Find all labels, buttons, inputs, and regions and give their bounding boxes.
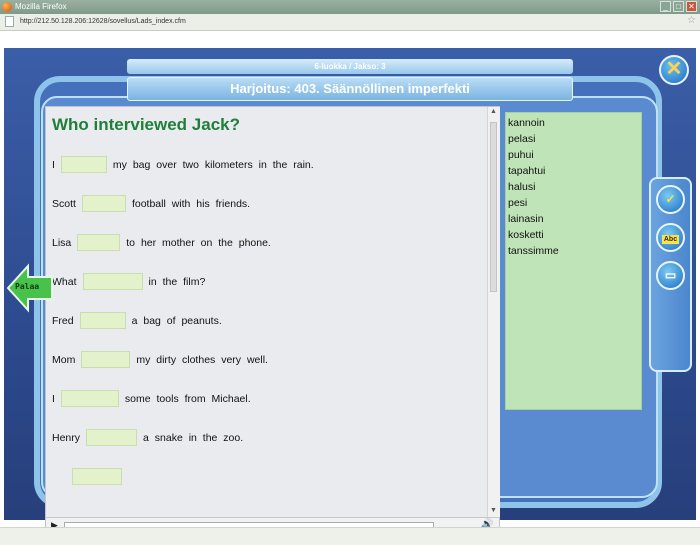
sentence-row: I my bag over two kilometers in the rain… — [52, 156, 314, 173]
back-button[interactable]: Palaa — [6, 263, 54, 313]
sentence-end: my bag over two kilometers in the rain. — [112, 158, 314, 171]
book-button[interactable]: ▭ — [656, 261, 685, 290]
check-pen-icon: ✓ — [665, 192, 676, 206]
exercise-title: Harjoitus: 403. Säännöllinen imperfekti — [127, 77, 573, 101]
sentence-row: Scott football with his friends. — [52, 195, 250, 212]
lesson-subtitle: 6-luokka / Jakso: 3 — [127, 59, 573, 74]
sentence-row: Lisa to her mother on the phone. — [52, 234, 271, 251]
word-option[interactable]: halusi — [508, 179, 639, 195]
answer-blank[interactable] — [81, 195, 126, 212]
sentence-row: Fred a bag of peanuts. — [52, 312, 222, 329]
sentence-row: Mom my dirty clothes very well. — [52, 351, 268, 368]
sentence-start: I — [52, 392, 55, 405]
tool-panel: ✓ Abc ▭ — [649, 177, 692, 372]
close-icon: ✕ — [665, 58, 683, 80]
word-option[interactable]: lainasin — [508, 211, 639, 227]
browser-titlebar: Mozilla Firefox _ □ ✕ — [0, 0, 700, 14]
open-book-icon: ▭ — [664, 268, 677, 282]
url-field[interactable]: http://212.50.128.206:12628/sovellus/Lad… — [18, 16, 690, 28]
answer-blank[interactable] — [81, 351, 131, 368]
abc-book-icon: Abc — [661, 235, 680, 244]
address-bar: http://212.50.128.206:12628/sovellus/Lad… — [0, 14, 700, 31]
bookmark-star-icon[interactable]: ☆ — [687, 15, 696, 26]
close-window-button[interactable]: ✕ — [686, 1, 697, 12]
scroll-down-icon[interactable]: ▼ — [490, 507, 497, 514]
close-app-button[interactable]: ✕ — [659, 55, 689, 85]
word-option[interactable]: tapahtui — [508, 163, 639, 179]
scroll-thumb[interactable] — [490, 122, 497, 292]
word-option[interactable]: puhui — [508, 147, 639, 163]
sentence-start: Mom — [52, 353, 76, 366]
sentence-end: in the film? — [148, 275, 206, 288]
back-label: Palaa — [15, 282, 40, 291]
answer-blank[interactable] — [82, 273, 143, 290]
maximize-button[interactable]: □ — [673, 1, 684, 12]
sentence-row: Henry a snake in the zoo. — [52, 429, 243, 446]
word-option[interactable]: pelasi — [508, 131, 639, 147]
sentence-end: some tools from Michael. — [124, 392, 251, 405]
sentence-row: I some tools from Michael. — [52, 390, 251, 407]
sentence-start: Fred — [52, 314, 74, 327]
window-title: Mozilla Firefox — [15, 2, 67, 11]
sentence-row: What in the film? — [52, 273, 205, 290]
answer-blank[interactable] — [60, 156, 107, 173]
vertical-scrollbar[interactable]: ▲ ▼ — [487, 107, 500, 517]
word-option[interactable]: kannoin — [508, 115, 639, 131]
firefox-icon — [2, 2, 12, 12]
page-margin — [0, 31, 700, 48]
sentence-start: Lisa — [52, 236, 72, 249]
sentence-start: Scott — [52, 197, 76, 210]
status-bar — [0, 527, 700, 545]
sentence-end: to her mother on the phone. — [126, 236, 271, 249]
sentence-end: football with his friends. — [131, 197, 251, 210]
word-bank: kannoin pelasi puhui tapahtui halusi pes… — [505, 112, 642, 410]
answer-blank[interactable] — [77, 234, 121, 251]
page-icon — [5, 16, 14, 27]
check-answers-button[interactable]: ✓ — [656, 185, 685, 214]
answer-blank[interactable] — [79, 312, 126, 329]
word-option[interactable]: tanssimme — [508, 243, 639, 259]
scroll-up-icon[interactable]: ▲ — [490, 108, 497, 115]
sentence-row-partial — [52, 468, 128, 485]
answer-blank[interactable] — [86, 429, 138, 446]
answer-blank[interactable] — [72, 468, 122, 485]
sentence-start: What — [52, 275, 77, 288]
exercise-content[interactable]: Who interviewed Jack? I my bag over two … — [46, 107, 487, 517]
answer-blank[interactable] — [60, 390, 119, 407]
word-option[interactable]: pesi — [508, 195, 639, 211]
question-heading: Who interviewed Jack? — [52, 115, 240, 134]
sentence-start: Henry — [52, 431, 81, 444]
word-option[interactable]: kosketti — [508, 227, 639, 243]
dictionary-button[interactable]: Abc — [656, 223, 685, 252]
sentence-end: a snake in the zoo. — [143, 431, 244, 444]
sentence-end: a bag of peanuts. — [131, 314, 222, 327]
sentence-start: I — [52, 158, 55, 171]
app-stage: 6-luokka / Jakso: 3 Harjoitus: 403. Sään… — [4, 48, 696, 533]
sentence-end: my dirty clothes very well. — [136, 353, 268, 366]
exercise-panel: Who interviewed Jack? I my bag over two … — [45, 106, 500, 533]
minimize-button[interactable]: _ — [660, 1, 671, 12]
